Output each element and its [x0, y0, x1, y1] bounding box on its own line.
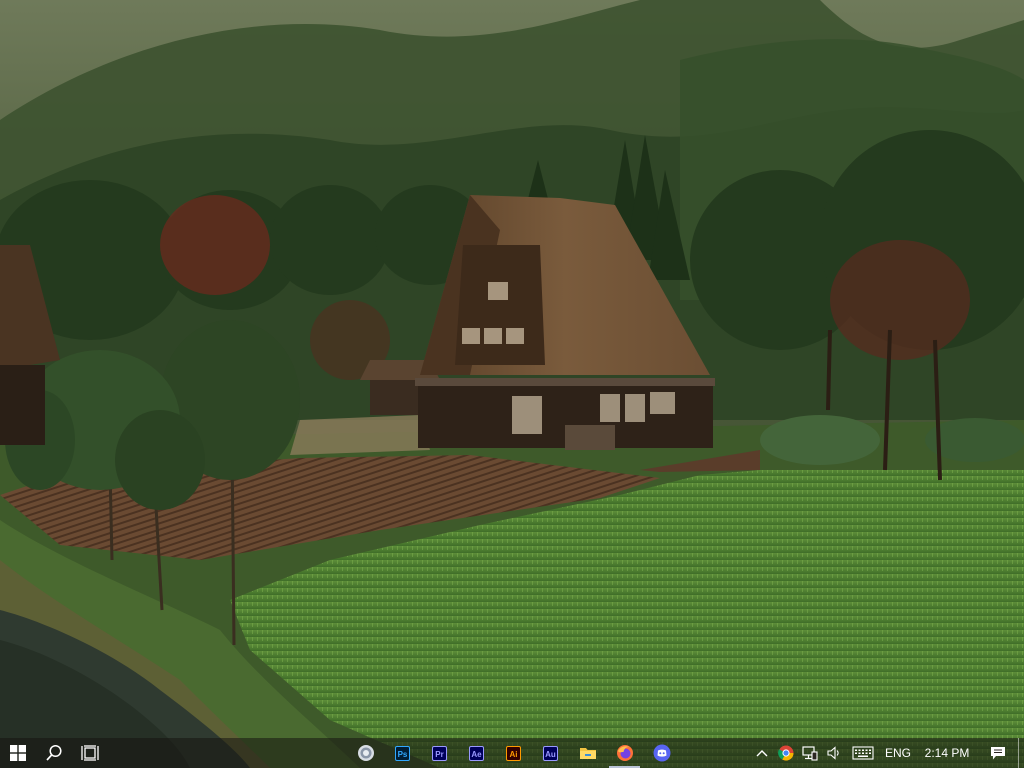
action-center-button[interactable] [978, 738, 1018, 768]
windows-logo-icon [10, 745, 26, 761]
taskbar-app-cleaner[interactable] [347, 738, 384, 768]
show-desktop-button[interactable] [1018, 738, 1024, 768]
pinned-apps: Ps Pr Ae Ai Au [347, 738, 680, 768]
clock-button[interactable]: 2:14 PM [916, 738, 978, 768]
task-view-icon [81, 745, 99, 761]
taskbar-app-firefox[interactable] [606, 738, 643, 768]
after-effects-icon: Ae [469, 745, 484, 761]
chevron-up-icon [756, 750, 768, 757]
network-icon [802, 746, 818, 761]
illustrator-icon: Ai [506, 745, 521, 761]
chrome-icon [778, 745, 794, 761]
photoshop-icon: Ps [395, 745, 410, 761]
clock-time: 2:14 PM [924, 746, 970, 760]
language-indicator: ENG [884, 746, 911, 760]
system-tray: ENG 2:14 PM [750, 738, 1024, 768]
search-icon [46, 744, 62, 761]
taskbar-app-discord[interactable] [643, 738, 680, 768]
folder-icon [579, 748, 596, 759]
input-language-button[interactable]: ENG [880, 738, 916, 768]
keyboard-icon [852, 746, 874, 760]
discord-icon [653, 744, 670, 762]
taskbar-app-audition[interactable]: Au [532, 738, 569, 768]
task-view-button[interactable] [72, 738, 108, 768]
volume-button[interactable] [822, 738, 846, 768]
premiere-pro-icon: Pr [432, 745, 447, 761]
taskbar-app-after-effects[interactable]: Ae [458, 738, 495, 768]
notifications-icon [991, 746, 1005, 759]
touch-keyboard-button[interactable] [846, 738, 880, 768]
search-button[interactable] [36, 738, 72, 768]
taskbar-app-file-explorer[interactable] [569, 738, 606, 768]
taskbar-app-illustrator[interactable]: Ai [495, 738, 532, 768]
network-button[interactable] [798, 738, 822, 768]
taskbar-app-premiere-pro[interactable]: Pr [421, 738, 458, 768]
desktop[interactable]: Ps Pr Ae Ai Au ENG 2:14 PM [0, 0, 1024, 768]
cleaner-app-icon [357, 745, 374, 761]
start-button[interactable] [0, 738, 36, 768]
taskbar: Ps Pr Ae Ai Au ENG 2:14 PM [0, 738, 1024, 768]
tray-app-chrome[interactable] [774, 738, 798, 768]
desktop-wallpaper [0, 0, 1024, 768]
speaker-icon [827, 746, 839, 760]
show-hidden-icons-button[interactable] [750, 738, 774, 768]
audition-icon: Au [543, 745, 558, 761]
firefox-icon [616, 745, 633, 761]
taskbar-app-photoshop[interactable]: Ps [384, 738, 421, 768]
